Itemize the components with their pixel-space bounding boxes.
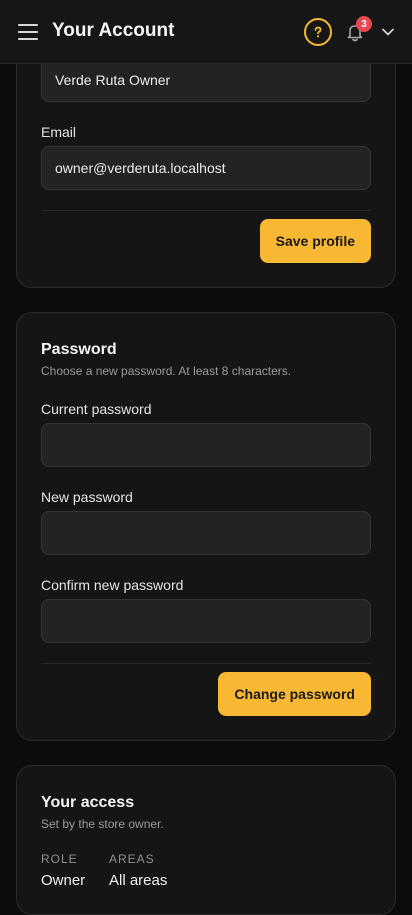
current-password-label: Current password <box>41 401 152 417</box>
password-title: Password <box>41 341 117 358</box>
help-circle-icon <box>314 26 322 38</box>
email-field[interactable] <box>41 146 371 190</box>
confirm-password-label: Confirm new password <box>41 577 184 593</box>
access-title: Your access <box>41 794 135 811</box>
chevron-down-icon <box>382 28 394 36</box>
role-value: Owner <box>41 872 86 889</box>
areas-value: All areas <box>109 872 168 889</box>
divider <box>41 210 371 211</box>
email-label: Email <box>41 124 77 140</box>
change-password-button[interactable]: Change password <box>218 672 371 716</box>
access-card: Your access Set by the store owner. ROLE… <box>16 765 396 915</box>
password-card: Password Choose a new password. At least… <box>16 312 396 741</box>
save-profile-button[interactable]: Save profile <box>259 219 371 263</box>
role-label: ROLE <box>41 852 78 866</box>
page-title: Your Account <box>52 20 175 41</box>
current-password-field[interactable] <box>41 423 371 467</box>
areas-label: AREAS <box>109 852 155 866</box>
help-button[interactable] <box>304 18 332 46</box>
access-subtitle: Set by the store owner. <box>41 817 164 831</box>
new-password-label: New password <box>41 489 133 505</box>
confirm-password-field[interactable] <box>41 599 371 643</box>
menu-icon <box>18 24 38 26</box>
password-subtitle: Choose a new password. At least 8 charac… <box>41 364 292 378</box>
name-field[interactable] <box>41 58 371 102</box>
account-menu-button[interactable] <box>380 25 396 39</box>
notification-count-badge: 3 <box>356 16 372 32</box>
divider <box>41 663 371 664</box>
app-header: Your Account 3 <box>0 0 412 64</box>
menu-button[interactable] <box>18 24 38 40</box>
new-password-field[interactable] <box>41 511 371 555</box>
